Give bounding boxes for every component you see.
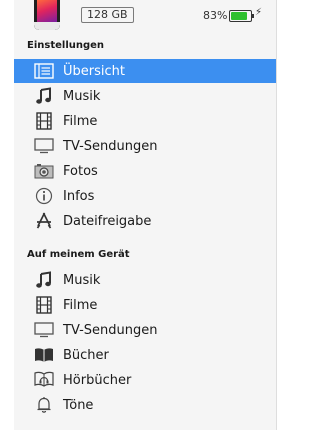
battery-nub [252,14,254,18]
sidebar-item-musik[interactable]: Musik [14,84,276,108]
sidebar-item-geraet-hoerbuecher[interactable]: Hörbücher [14,368,276,392]
sidebar-item-geraet-filme[interactable]: Filme [14,293,276,317]
itunes-device-window: 128 GB 83% ⚡ Einstellungen Übersicht Mus… [0,0,334,430]
sidebar-item-label: Bücher [63,347,109,363]
sidebar-item-label: Dateifreigabe [63,213,152,229]
sidebar-item-geraet-musik[interactable]: Musik [14,268,276,292]
device-sidebar: 128 GB 83% ⚡ Einstellungen Übersicht Mus… [14,0,277,430]
sidebar-item-fotos[interactable]: Fotos [14,159,276,183]
music-note-icon [33,270,55,290]
sidebar-item-label: Hörbücher [63,372,132,388]
audiobook-icon [33,370,55,390]
sidebar-item-label: Fotos [63,163,98,179]
sidebar-item-label: TV-Sendungen [63,322,158,338]
section-header-auf-meinem-geraet: Auf meinem Gerät [27,249,130,260]
sidebar-item-label: Infos [63,188,95,204]
iphone-screen-image [37,0,57,22]
sidebar-item-label: Töne [63,397,94,413]
sidebar-item-dateifreigabe[interactable]: Dateifreigabe [14,209,276,233]
sidebar-item-label: Übersicht [63,63,125,79]
sidebar-item-infos[interactable]: Infos [14,184,276,208]
film-icon [33,295,55,315]
capacity-badge: 128 GB [81,7,134,23]
bell-icon [33,395,55,415]
sidebar-item-geraet-tv-sendungen[interactable]: TV-Sendungen [14,318,276,342]
film-icon [33,111,55,131]
app-store-icon [33,211,55,231]
camera-icon [33,161,55,181]
summary-list-icon [33,61,55,81]
sidebar-item-uebersicht[interactable]: Übersicht [14,59,276,83]
section-header-einstellungen: Einstellungen [27,40,105,51]
tv-icon [33,320,55,340]
sidebar-item-label: Filme [63,297,98,313]
sidebar-item-label: Filme [63,113,98,129]
tv-icon [33,136,55,156]
battery-icon [229,10,254,22]
device-summary-row: 128 GB 83% ⚡ [14,0,276,34]
battery-percentage: 83% [203,9,228,22]
sidebar-item-label: Musik [63,272,101,288]
charging-bolt-icon: ⚡ [255,7,263,18]
sidebar-item-geraet-buecher[interactable]: Bücher [14,343,276,367]
sidebar-item-filme[interactable]: Filme [14,109,276,133]
info-icon [33,186,55,206]
sidebar-item-label: TV-Sendungen [63,138,158,154]
sidebar-item-label: Musik [63,88,101,104]
iphone-thumbnail [34,0,60,30]
iphone-chin [34,22,60,30]
book-icon [33,345,55,365]
sidebar-item-geraet-toene[interactable]: Töne [14,393,276,417]
music-note-icon [33,86,55,106]
sidebar-item-tv-sendungen[interactable]: TV-Sendungen [14,134,276,158]
battery-fill [231,12,247,20]
